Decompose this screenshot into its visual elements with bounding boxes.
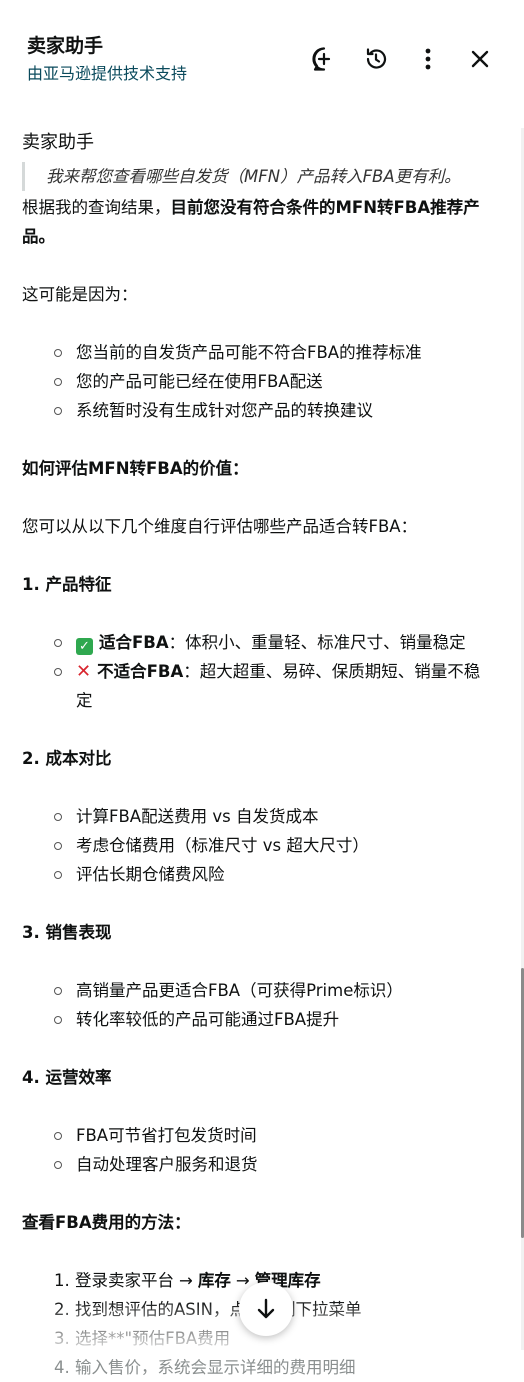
step-number: 1.	[54, 1271, 70, 1290]
list-item: 4. 输入售价，系统会显示详细的费用明细	[54, 1353, 494, 1382]
intro-text: 根据我的查询结果，	[22, 198, 171, 217]
step-number: 4.	[54, 1358, 70, 1377]
scroll-to-bottom-button[interactable]	[239, 1282, 293, 1336]
step-text: 输入售价，系统会显示详细的费用明细	[75, 1358, 356, 1377]
list-item: 您的产品可能已经在使用FBA配送	[54, 367, 494, 396]
assistant-header: 卖家助手 由亚马逊提供技术支持	[0, 0, 524, 100]
list-item: FBA可节省打包发货时间	[54, 1121, 494, 1150]
step-text: 登录卖家平台	[75, 1271, 174, 1290]
step-number: 2.	[54, 1300, 70, 1319]
reason-list: 您当前的自发货产品可能不符合FBA的推荐标准 您的产品可能已经在使用FBA配送 …	[22, 338, 494, 425]
list-item: 考虑仓储费用（标准尺寸 vs 超大尺寸）	[54, 831, 494, 860]
more-icon[interactable]	[413, 44, 443, 74]
section-list: 计算FBA配送费用 vs 自发货成本 考虑仓储费用（标准尺寸 vs 超大尺寸） …	[22, 802, 494, 889]
list-item: 自动处理客户服务和退货	[54, 1150, 494, 1179]
step-number: 3.	[54, 1329, 70, 1348]
reason-heading: 这可能是因为：	[22, 285, 138, 304]
arrow-right-icon: →	[179, 1271, 193, 1290]
section-title: 4. 运营效率	[22, 1068, 112, 1087]
cross-icon: ✕	[76, 661, 92, 682]
assistant-message: 卖家助手 我来帮您查看哪些自发货（MFN）产品转入FBA更有利。 根据我的查询结…	[22, 128, 494, 1382]
evaluate-intro: 您可以从以下几个维度自行评估哪些产品适合转FBA：	[22, 517, 418, 536]
check-icon: ✓	[76, 638, 93, 655]
evaluate-heading: 如何评估MFN转FBA的价值：	[22, 459, 249, 478]
list-item: 您当前的自发货产品可能不符合FBA的推荐标准	[54, 338, 494, 367]
message-sender: 卖家助手	[22, 132, 94, 153]
arrow-down-icon	[257, 1298, 275, 1319]
item-label: 不适合FBA	[97, 662, 184, 681]
list-item: 计算FBA配送费用 vs 自发货成本	[54, 802, 494, 831]
new-chat-icon[interactable]	[309, 44, 339, 74]
section-title: 3. 销售表现	[22, 923, 112, 942]
list-item: 高销量产品更适合FBA（可获得Prime标识）	[54, 976, 494, 1005]
section-list: FBA可节省打包发货时间 自动处理客户服务和退货	[22, 1121, 494, 1179]
list-item: 系统暂时没有生成针对您产品的转换建议	[54, 396, 494, 425]
close-icon[interactable]	[465, 44, 495, 74]
step-text: 找到想评估的ASIN，点击右侧下拉菜单	[75, 1300, 362, 1319]
item-text: ：体积小、重量轻、标准尺寸、销量稳定	[168, 633, 466, 652]
list-item: ✕ 不适合FBA：超大超重、易碎、保质期短、销量不稳定	[54, 657, 494, 715]
quoted-request: 我来帮您查看哪些自发货（MFN）产品转入FBA更有利。	[22, 162, 494, 191]
arrow-right-icon: →	[235, 1271, 250, 1290]
intro-paragraph: 根据我的查询结果，目前您没有符合条件的MFN转FBA推荐产品。	[22, 193, 494, 251]
assistant-subtitle: 由亚马逊提供技术支持	[27, 64, 188, 83]
section-list: ✓ 适合FBA：体积小、重量轻、标准尺寸、销量稳定 ✕ 不适合FBA：超大超重、易碎…	[22, 628, 494, 715]
section-title: 2. 成本对比	[22, 749, 112, 768]
history-icon[interactable]	[361, 44, 391, 74]
item-label: 适合FBA	[99, 633, 169, 652]
step-text: 选择**"预估FBA费用	[75, 1329, 231, 1348]
fee-heading: 查看FBA费用的方法：	[22, 1213, 191, 1232]
list-item: 转化率较低的产品可能通过FBA提升	[54, 1005, 494, 1034]
section-title: 1. 产品特征	[22, 575, 112, 594]
step-bold: 库存	[197, 1271, 231, 1290]
section-list: 高销量产品更适合FBA（可获得Prime标识） 转化率较低的产品可能通过FBA提…	[22, 976, 494, 1034]
list-item: 评估长期仓储费风险	[54, 860, 494, 889]
list-item: ✓ 适合FBA：体积小、重量轻、标准尺寸、销量稳定	[54, 628, 494, 657]
assistant-title: 卖家助手	[27, 35, 104, 57]
